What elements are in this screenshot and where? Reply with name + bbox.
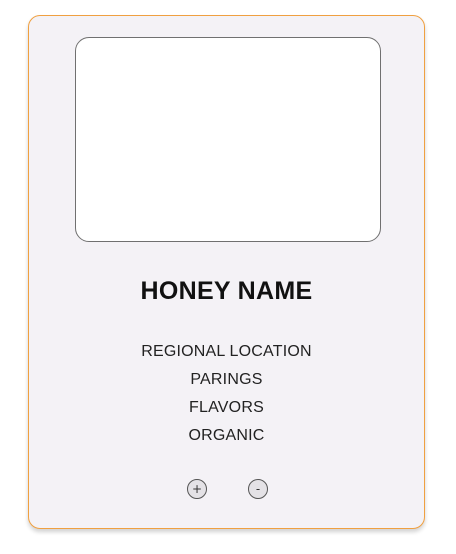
increase-quantity-button[interactable]: + <box>187 479 207 499</box>
detail-flavors: FLAVORS <box>189 399 264 416</box>
decrease-quantity-button[interactable]: - <box>248 479 268 499</box>
detail-organic: ORGANIC <box>188 427 265 444</box>
product-details-list: REGIONAL LOCATION PARINGS FLAVORS ORGANI… <box>29 338 424 450</box>
product-image-placeholder <box>75 37 381 242</box>
detail-parings: PARINGS <box>190 371 263 388</box>
product-title: HONEY NAME <box>140 277 313 305</box>
detail-regional-location: REGIONAL LOCATION <box>141 343 312 360</box>
honey-product-card: HONEY NAME REGIONAL LOCATION PARINGS FLA… <box>28 15 425 529</box>
